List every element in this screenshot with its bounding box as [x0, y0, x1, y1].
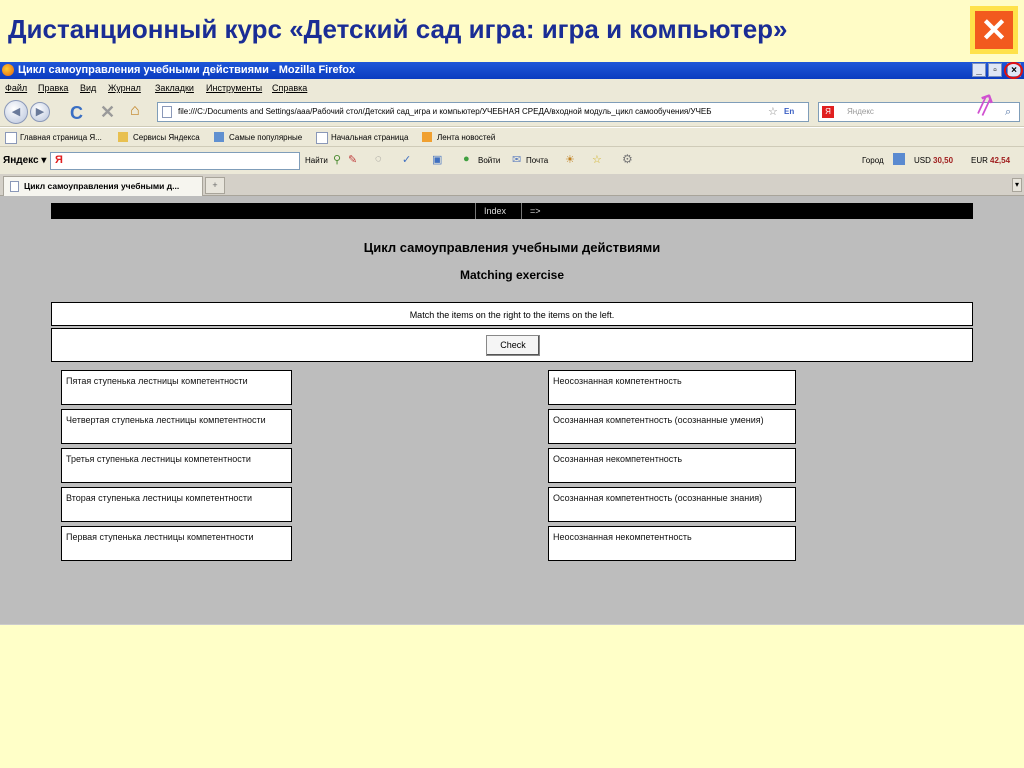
city-label[interactable]: Город [862, 156, 884, 165]
menu-help[interactable]: Справка [272, 83, 307, 93]
yandex-toolbar: Яндекс ▾ Я Найти ⚲ ✎ ◌ ✓ ▣ ● Войти ✉ Поч… [0, 146, 1024, 174]
left-item[interactable]: Третья ступенька лестницы компетентности [61, 448, 292, 483]
page-icon [10, 181, 19, 192]
usd-label: USD [914, 156, 931, 165]
tab-active[interactable]: Цикл самоуправления учебными д... [3, 176, 203, 196]
menu-view[interactable]: Вид [80, 83, 96, 93]
left-item[interactable]: Вторая ступенька лестницы компетентности [61, 487, 292, 522]
exercise-type: Matching exercise [459, 268, 565, 282]
instructions: Match the items on the right to the item… [51, 302, 973, 326]
window-titlebar: Цикл самоуправления учебными действиями … [0, 62, 1024, 79]
bookmark-item[interactable]: Самые популярные [229, 133, 302, 142]
right-item[interactable]: Осознанная компетентность (осознанные ум… [548, 409, 796, 444]
yandex-search-input[interactable]: Я [50, 152, 300, 170]
chart-icon [214, 132, 224, 142]
menu-bar: Файл Правка Вид Журнал Закладки Инструме… [0, 79, 1024, 97]
language-indicator[interactable]: En [782, 103, 797, 121]
back-icon[interactable]: ◀ [4, 100, 28, 124]
bookmark-item[interactable]: Сервисы Яндекса [133, 133, 200, 142]
navigation-toolbar: ◀ ▶ C ✕ ⌂ file:///C:/Documents and Setti… [0, 85, 1024, 127]
usd-rate: 30,50 [933, 156, 954, 165]
url-bar[interactable]: file:///C:/Documents and Settings/aaa/Ра… [157, 102, 809, 122]
menu-tools[interactable]: Инструменты [206, 83, 262, 93]
highlight-ring [1004, 62, 1023, 79]
settings-gear-icon[interactable]: ⚙ [622, 152, 633, 166]
weather-icon[interactable]: ☀ [565, 153, 575, 166]
stop-icon[interactable]: ✕ [100, 102, 115, 123]
currency-icon [893, 153, 905, 165]
star-icon[interactable]: ☆ [768, 103, 778, 121]
maximize-button[interactable]: ▫ [988, 63, 1002, 77]
page-title: Цикл самоуправления учебными действиями [363, 240, 661, 255]
slide-close-button[interactable]: ✕ [970, 6, 1018, 54]
tab-title: Цикл самоуправления учебными д... [24, 181, 180, 191]
mail-button[interactable]: Почта [526, 156, 548, 165]
right-item[interactable]: Неосознанная некомпетентность [548, 526, 796, 561]
reload-icon[interactable]: C [70, 103, 83, 124]
minimize-button[interactable]: _ [972, 63, 986, 77]
window-title: Цикл самоуправления учебными действиями … [18, 64, 356, 76]
bookmarks-toolbar: Главная страница Я... Сервисы Яндекса Са… [0, 128, 1024, 146]
eur-rate: 42,54 [990, 156, 1011, 165]
pin-icon[interactable]: ⚲ [333, 153, 341, 166]
yandex-logo[interactable]: Яндекс ▾ [3, 155, 46, 166]
close-icon: ✕ [975, 11, 1013, 49]
eur-label: EUR [971, 156, 988, 165]
menu-file[interactable]: Файл [5, 83, 27, 93]
right-item[interactable]: Осознанная компетентность (осознанные зн… [548, 487, 796, 522]
check-button[interactable]: Check [486, 335, 540, 356]
check-panel: Check [51, 328, 973, 362]
page-icon [162, 106, 172, 118]
magnifier-icon[interactable]: ⌕ [1005, 103, 1011, 121]
menu-history[interactable]: Журнал [108, 83, 141, 93]
tab-list-icon[interactable]: ▾ [1012, 178, 1022, 192]
left-item[interactable]: Пятая ступенька лестницы компетентности [61, 370, 292, 405]
ya-letter-icon: Я [55, 154, 63, 166]
right-item[interactable]: Осознанная некомпетентность [548, 448, 796, 483]
bookmark-item[interactable]: Начальная страница [331, 133, 408, 142]
spellcheck-icon[interactable]: ✓ [402, 153, 411, 166]
bookmark-item[interactable]: Главная страница Я... [20, 133, 102, 142]
nav-index-link[interactable]: Index [475, 203, 514, 219]
search-placeholder: Яндекс [847, 107, 874, 116]
firefox-icon [2, 64, 14, 76]
exercise-nav-bar: Index => [51, 203, 973, 219]
nav-next-link[interactable]: => [521, 203, 549, 219]
rss-icon [422, 132, 432, 142]
yandex-logo-text: Яндекс [3, 155, 39, 166]
translate-icon[interactable]: ▣ [432, 153, 442, 166]
login-button[interactable]: Войти [478, 156, 500, 165]
folder-icon [118, 132, 128, 142]
yandex-search-icon: Я [822, 106, 834, 118]
login-icon: ● [463, 153, 470, 165]
page-icon [316, 132, 328, 144]
slide-notes-area [0, 624, 1024, 768]
home-icon[interactable]: ⌂ [130, 102, 140, 120]
page-icon [5, 132, 17, 144]
new-tab-button[interactable]: + [205, 177, 225, 194]
find-button[interactable]: Найти [305, 156, 328, 165]
tab-bar: Цикл самоуправления учебными д... + ▾ [0, 174, 1024, 196]
url-text: file:///C:/Documents and Settings/aaa/Ра… [178, 107, 712, 116]
menu-bookmarks[interactable]: Закладки [155, 83, 194, 93]
left-item[interactable]: Первая ступенька лестницы компетентности [61, 526, 292, 561]
forward-icon[interactable]: ▶ [30, 102, 50, 122]
speech-icon[interactable]: ◌ [375, 153, 382, 165]
brush-icon[interactable]: ✎ [348, 153, 357, 166]
right-item[interactable]: Неосознанная компетентность [548, 370, 796, 405]
left-item[interactable]: Четвертая ступенька лестницы компетентно… [61, 409, 292, 444]
slide-title: Дистанционный курс «Детский сад игра: иг… [8, 14, 788, 44]
menu-edit[interactable]: Правка [38, 83, 68, 93]
mail-icon: ✉ [512, 154, 522, 166]
favorites-icon[interactable]: ☆ [592, 153, 602, 166]
bookmark-item[interactable]: Лента новостей [437, 133, 495, 142]
